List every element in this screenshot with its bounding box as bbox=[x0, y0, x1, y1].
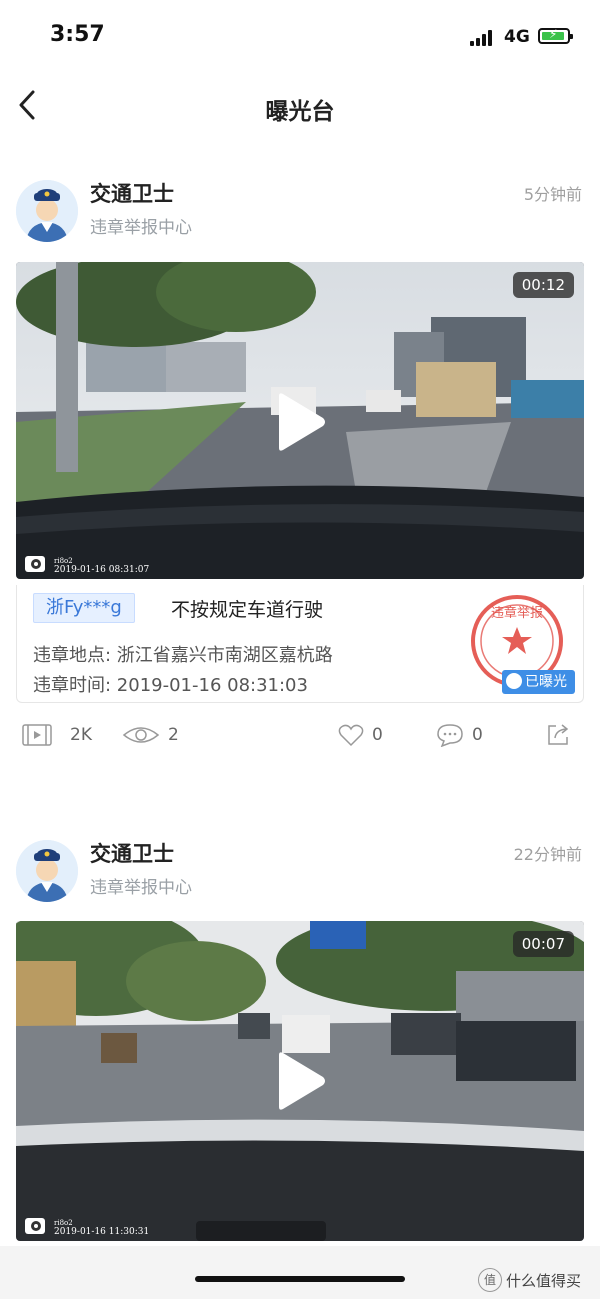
user-icon bbox=[506, 673, 522, 689]
status-time: 3:57 bbox=[50, 22, 105, 47]
post-time: 22分钟前 bbox=[513, 845, 582, 864]
nav-bar: 曝光台 bbox=[0, 76, 600, 136]
play-count-value: 2K bbox=[70, 725, 92, 745]
camera-logo-icon bbox=[25, 556, 45, 572]
play-icon[interactable] bbox=[275, 1051, 327, 1111]
exposed-badge: 已曝光 bbox=[502, 670, 575, 694]
plate-badge: 浙Fy***g bbox=[33, 593, 135, 623]
network-label: 4G bbox=[504, 27, 530, 47]
watermark: 值 什么值得买 bbox=[478, 1268, 581, 1292]
comment-count: 0 bbox=[472, 725, 483, 745]
post-time: 5分钟前 bbox=[523, 185, 582, 204]
watermark-icon: 值 bbox=[478, 1268, 502, 1292]
violation-location: 违章地点: 浙江省嘉兴市南湖区嘉杭路 bbox=[33, 645, 333, 666]
share-button[interactable] bbox=[546, 723, 570, 747]
video-timestamp-text: 2019-01-16 08:31:07 bbox=[54, 565, 150, 575]
like-button[interactable]: 0 bbox=[338, 723, 383, 747]
video-duration: 00:12 bbox=[512, 272, 574, 298]
avatar[interactable] bbox=[16, 180, 78, 242]
avatar[interactable] bbox=[16, 840, 78, 902]
video-player[interactable]: 00:12 ri8o2 2019-01-16 08:31:07 bbox=[16, 262, 584, 579]
eye-icon bbox=[122, 727, 160, 743]
play-icon[interactable] bbox=[275, 392, 327, 452]
video-player[interactable]: 00:07 ri8o2 2019-01-16 11:30:31 bbox=[16, 921, 584, 1241]
status-bar: 3:57 4G ⚡ bbox=[0, 0, 600, 70]
comment-button[interactable]: 0 bbox=[436, 723, 483, 747]
signal-icon bbox=[470, 30, 496, 46]
video-timestamp-text: 2019-01-16 11:30:31 bbox=[54, 1227, 150, 1237]
view-count[interactable]: 2 bbox=[122, 723, 179, 747]
camera-brand: ri8o2 bbox=[54, 557, 73, 565]
like-count: 0 bbox=[372, 725, 383, 745]
violation-type: 不按规定车道行驶 bbox=[171, 599, 324, 621]
violation-time: 违章时间: 2019-01-16 08:31:03 bbox=[33, 675, 308, 696]
heart-icon bbox=[338, 724, 364, 747]
author-name[interactable]: 交通卫士 bbox=[90, 178, 174, 208]
video-timestamp: ri8o2 2019-01-16 08:31:07 bbox=[54, 557, 149, 575]
author-subtitle: 违章举报中心 bbox=[90, 218, 192, 238]
play-count[interactable]: 2K bbox=[22, 723, 92, 747]
battery-icon: ⚡ bbox=[538, 27, 573, 44]
comment-icon bbox=[437, 724, 463, 747]
camera-logo-icon bbox=[25, 1218, 45, 1234]
share-icon bbox=[548, 724, 569, 745]
author-subtitle: 违章举报中心 bbox=[90, 878, 192, 898]
watermark-text: 什么值得买 bbox=[506, 1271, 582, 1290]
view-count-value: 2 bbox=[168, 725, 179, 745]
author-name[interactable]: 交通卫士 bbox=[90, 838, 174, 868]
video-duration: 00:07 bbox=[512, 931, 574, 957]
exposed-badge-label: 已曝光 bbox=[525, 674, 567, 690]
video-reel-icon bbox=[22, 724, 52, 746]
post-actions: 2K 2 0 0 bbox=[0, 715, 600, 755]
camera-brand: ri8o2 bbox=[54, 1219, 73, 1227]
seal-text: 违章举报 bbox=[491, 605, 543, 621]
violation-card[interactable]: 浙Fy***g 不按规定车道行驶 违章地点: 浙江省嘉兴市南湖区嘉杭路 违章时间… bbox=[16, 585, 584, 703]
video-timestamp: ri8o2 2019-01-16 11:30:31 bbox=[54, 1219, 149, 1237]
page-title: 曝光台 bbox=[265, 99, 335, 125]
home-indicator[interactable] bbox=[195, 1276, 405, 1282]
